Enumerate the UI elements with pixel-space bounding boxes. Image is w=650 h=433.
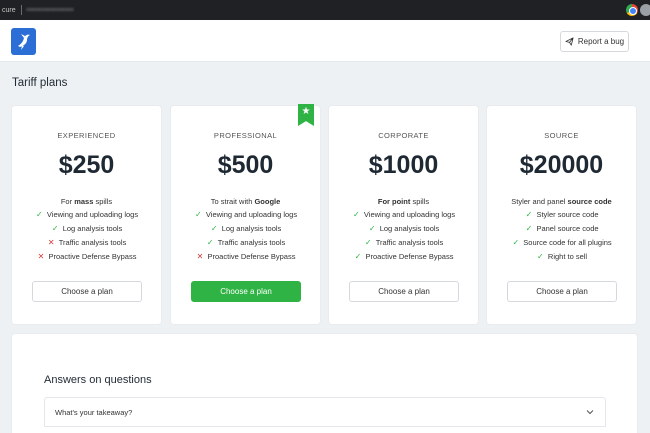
plan-card-corporate: CORPORATE $1000 For point spills ✓ Viewin… [329, 106, 478, 324]
cross-icon: ✕ [37, 252, 45, 261]
choose-plan-button[interactable]: Choose a plan [191, 281, 301, 302]
faq-question: What's your takeaway? [55, 408, 133, 417]
plan-card-source: SOURCE $20000 Styler and panel source co… [487, 106, 636, 324]
browser-toolbar: cure •••••••••••••••• [0, 0, 650, 20]
plan-tagline: For point spills [377, 197, 430, 206]
report-bug-button[interactable]: Report a bug [560, 31, 629, 52]
plan-tagline: Styler and panel source code [511, 197, 612, 206]
chrome-extension-icon[interactable] [626, 4, 638, 16]
choose-plan-button[interactable]: Choose a plan [507, 281, 617, 302]
feature-item: ✓ Styler source code [525, 210, 599, 219]
check-icon: ✓ [537, 252, 544, 261]
feature-item: ✓ Source code for all plugins [512, 238, 612, 247]
plan-tagline: To strait with Google [210, 197, 281, 206]
toolbar-divider [20, 5, 22, 15]
paper-plane-icon [565, 37, 574, 46]
faq-accordion-item[interactable]: What's your takeaway? [44, 397, 606, 427]
plan-card-professional: ★ PROFESSIONAL $500 To strait with Googl… [171, 104, 320, 324]
choose-plan-button[interactable]: Choose a plan [349, 281, 459, 302]
cross-icon: ✕ [47, 238, 55, 247]
bird-logo-icon[interactable] [11, 28, 36, 55]
feature-item: ✓ Viewing and uploading logs [36, 210, 139, 219]
feature-list: ✓ Viewing and uploading logs ✓ Log analysi… [12, 210, 161, 266]
faq-section: Answers on questions What's your takeawa… [12, 334, 637, 433]
plan-price: $20000 [519, 151, 604, 179]
plan-price: $500 [217, 151, 274, 179]
feature-item: ✕ Proactive Defense Bypass [196, 252, 296, 261]
feature-list: ✓ Styler source code ✓ Panel source code ✓… [487, 210, 636, 266]
plan-name: EXPERIENCED [57, 131, 116, 140]
plan-price: $250 [58, 151, 115, 179]
plan-name: SOURCE [544, 131, 579, 140]
check-icon: ✓ [353, 210, 360, 219]
feature-list: ✓ Viewing and uploading logs ✓ Log analysi… [329, 210, 478, 266]
check-icon: ✓ [195, 210, 202, 219]
feature-item: ✕ Traffic analysis tools [47, 238, 127, 247]
security-indicator[interactable]: cure [2, 7, 16, 14]
feature-item: ✓ Proactive Defense Bypass [354, 252, 454, 261]
star-icon: ★ [298, 104, 314, 126]
check-icon: ✓ [512, 238, 520, 247]
feature-item: ✓ Viewing and uploading logs [353, 210, 456, 219]
check-icon: ✓ [210, 224, 218, 233]
page-title: Tariff plans [12, 77, 68, 89]
check-icon: ✓ [36, 210, 43, 219]
feature-item: ✓ Panel source code [525, 224, 599, 233]
plan-name: CORPORATE [378, 131, 429, 140]
cross-icon: ✕ [196, 252, 204, 261]
feature-item: ✓ Right to sell [537, 252, 588, 261]
check-icon: ✓ [525, 210, 533, 219]
plan-price: $1000 [368, 151, 439, 179]
feature-item: ✓ Traffic analysis tools [206, 238, 286, 247]
check-icon: ✓ [525, 224, 533, 233]
plan-tagline: For mass spills [60, 197, 113, 206]
feature-item: ✓ Log analysis tools [368, 224, 440, 233]
faq-title: Answers on questions [44, 374, 152, 386]
address-bar[interactable]: •••••••••••••••• [27, 7, 74, 14]
feature-list: ✓ Viewing and uploading logs ✓ Log analysi… [171, 210, 320, 266]
plan-card-experienced: EXPERIENCED $250 For mass spills ✓ Viewin… [12, 106, 161, 324]
check-icon: ✓ [206, 238, 214, 247]
feature-item: ✓ Traffic analysis tools [364, 238, 444, 247]
plan-name: PROFESSIONAL [213, 131, 278, 140]
check-icon: ✓ [354, 252, 362, 261]
choose-plan-button[interactable]: Choose a plan [32, 281, 142, 302]
check-icon: ✓ [51, 224, 59, 233]
feature-item: ✕ Proactive Defense Bypass [37, 252, 137, 261]
feature-item: ✓ Log analysis tools [51, 224, 123, 233]
check-icon: ✓ [368, 224, 376, 233]
report-bug-label: Report a bug [577, 37, 625, 46]
profile-avatar[interactable] [640, 4, 650, 16]
chevron-down-icon[interactable] [585, 407, 595, 417]
app-header: Report a bug [0, 20, 650, 62]
check-icon: ✓ [364, 238, 372, 247]
feature-item: ✓ Viewing and uploading logs [195, 210, 298, 219]
feature-item: ✓ Log analysis tools [210, 224, 282, 233]
